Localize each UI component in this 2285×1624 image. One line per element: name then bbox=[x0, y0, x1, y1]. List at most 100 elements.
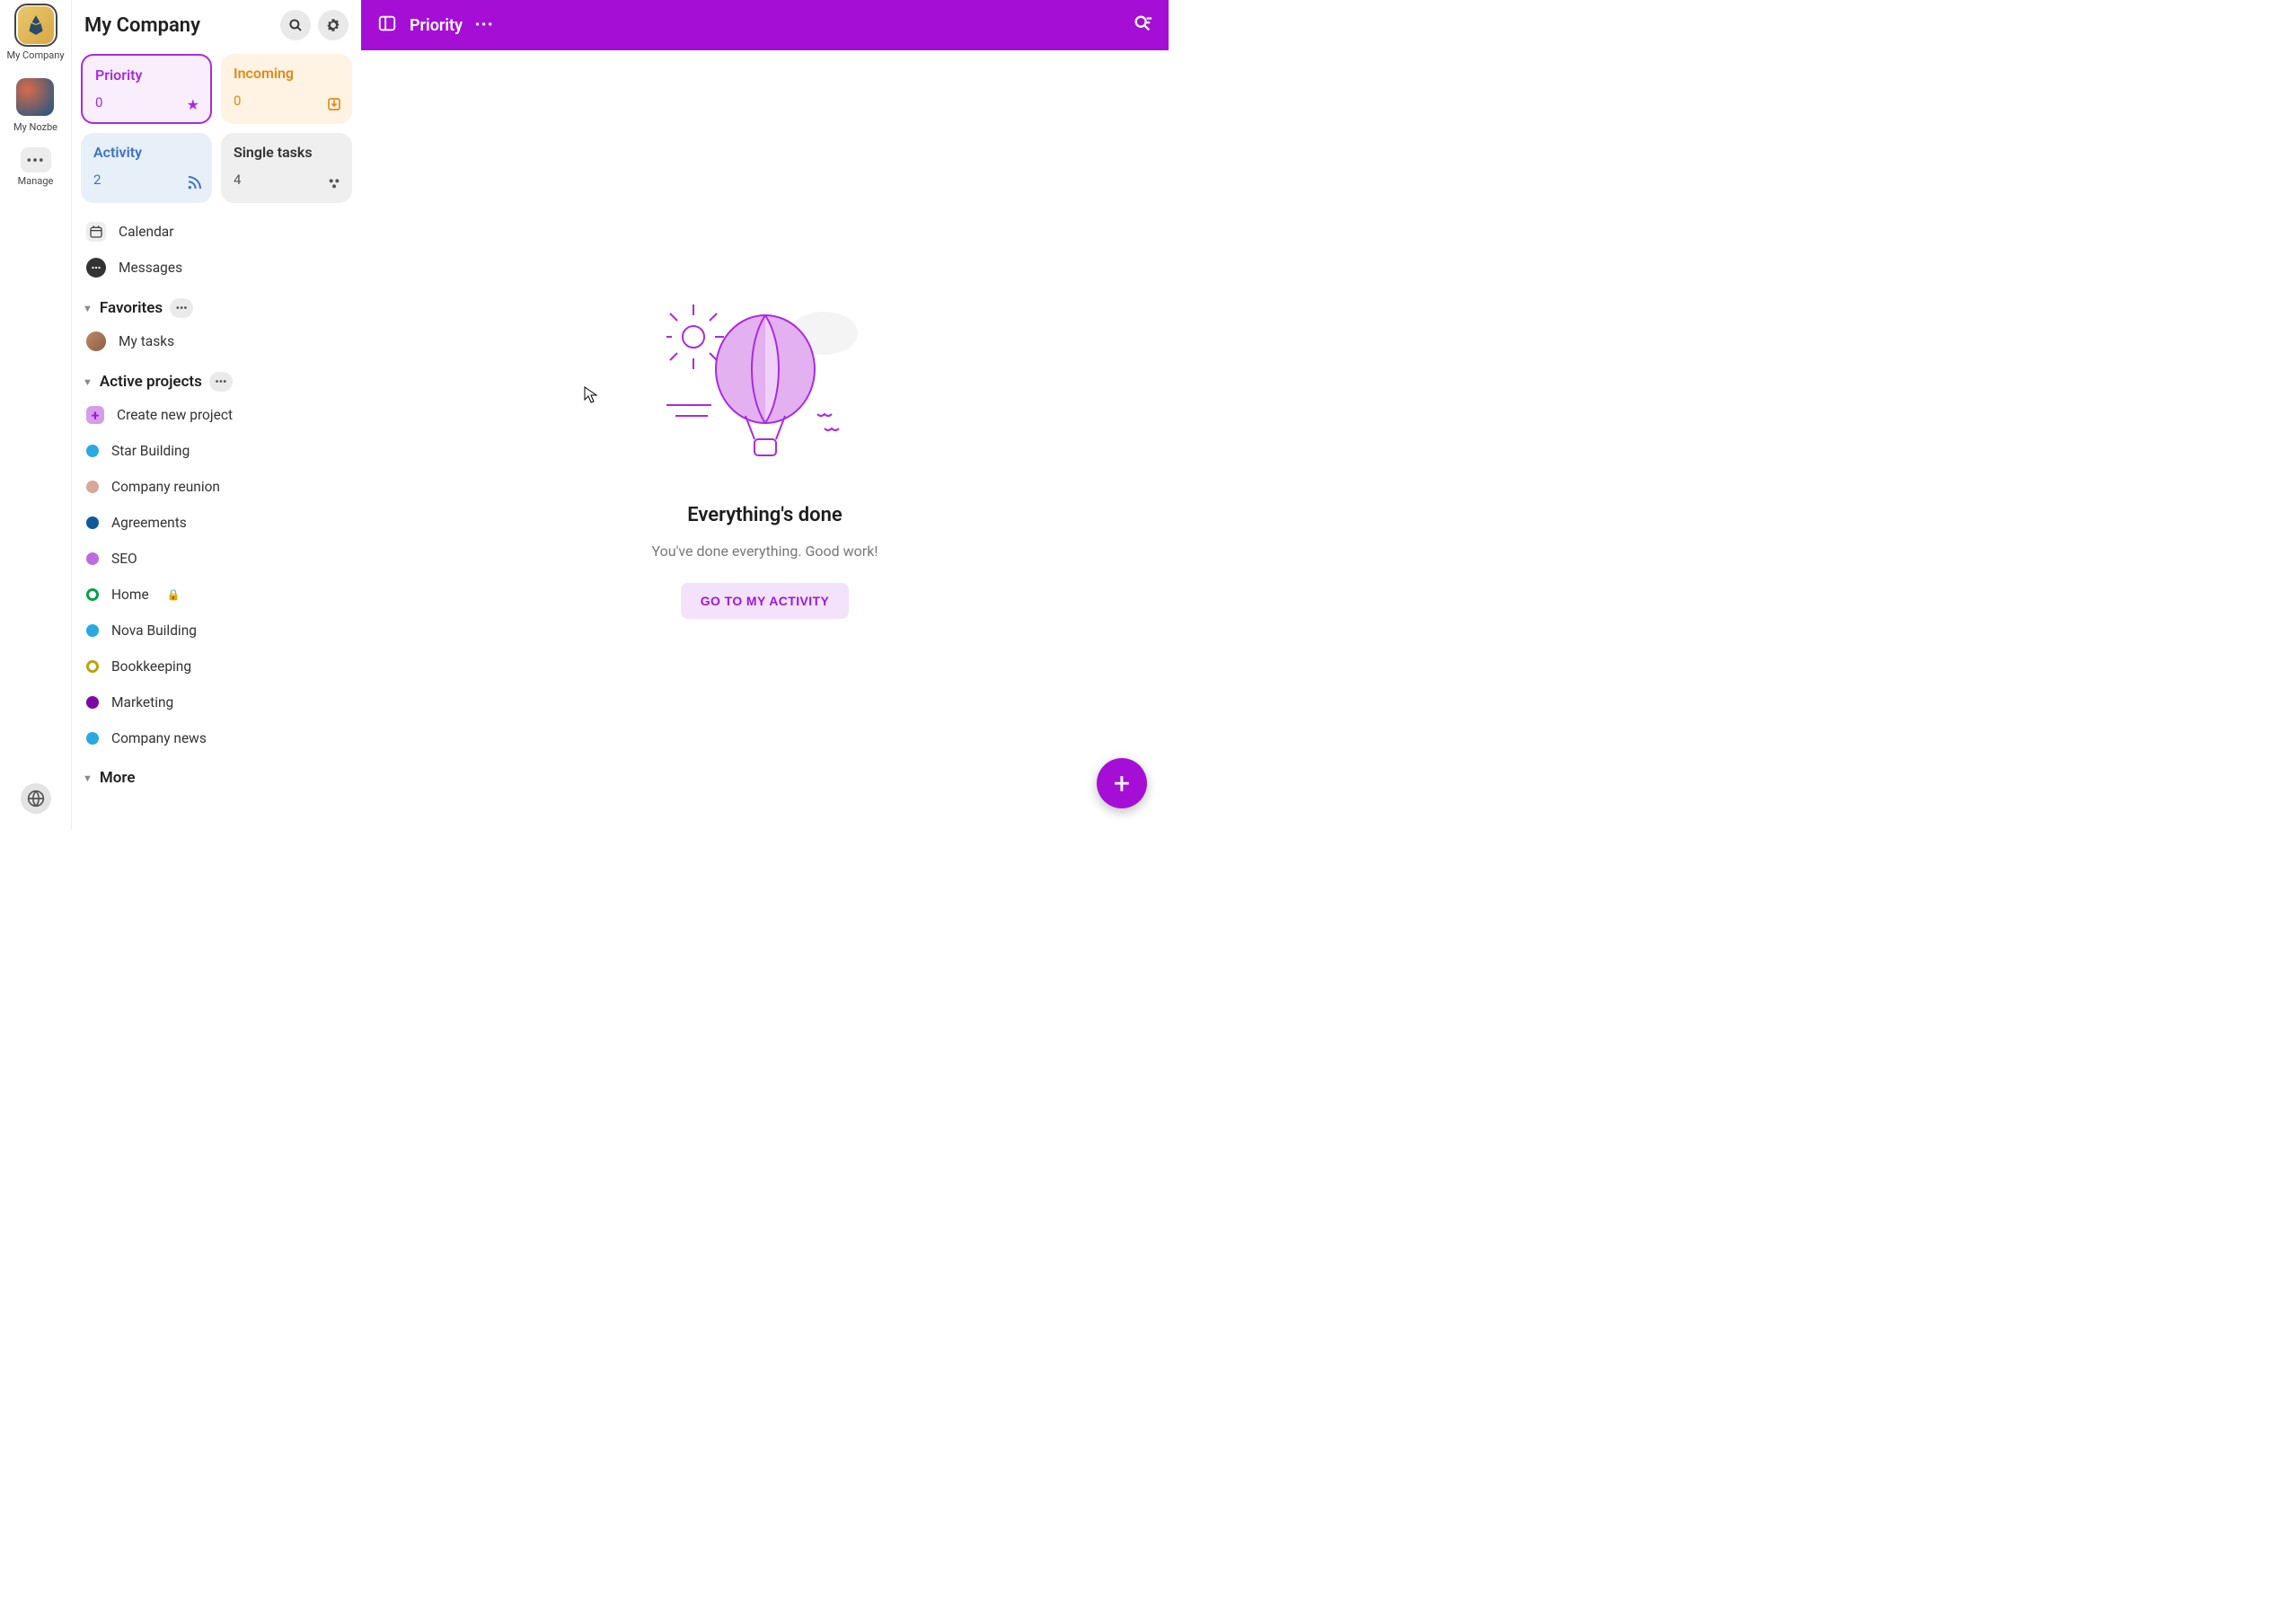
topbar-filter-button[interactable] bbox=[1133, 13, 1152, 37]
chevron-down-icon: ▼ bbox=[83, 303, 93, 314]
add-task-fab[interactable]: + bbox=[1097, 758, 1147, 808]
globe-icon bbox=[21, 783, 51, 814]
rss-icon bbox=[187, 176, 201, 194]
card-title: Single tasks bbox=[234, 144, 340, 161]
project-label: Bookkeeping bbox=[111, 658, 191, 675]
workspace-rail: My Company My Nozbe ••• Manage bbox=[0, 0, 72, 830]
search-icon bbox=[287, 17, 304, 33]
section-more-button[interactable]: ••• bbox=[209, 372, 233, 392]
dots-icon: ••• bbox=[21, 147, 51, 172]
search-filter-icon bbox=[1133, 13, 1152, 33]
section-more-button[interactable]: ••• bbox=[170, 298, 193, 318]
search-button[interactable] bbox=[280, 10, 311, 40]
empty-title: Everything's done bbox=[687, 504, 843, 526]
nav-label: Calendar bbox=[119, 224, 174, 240]
project-item[interactable]: Company news bbox=[81, 720, 352, 756]
project-color-icon bbox=[86, 588, 99, 601]
project-item[interactable]: Agreements bbox=[81, 505, 352, 541]
create-project-label: Create new project bbox=[117, 407, 233, 423]
favorite-my-tasks[interactable]: My tasks bbox=[81, 323, 352, 359]
project-label: Nova Building bbox=[111, 622, 197, 639]
project-color-icon bbox=[86, 660, 99, 673]
nav-messages[interactable]: Messages bbox=[81, 250, 352, 286]
project-item[interactable]: Company reunion bbox=[81, 469, 352, 505]
section-title: Favorites bbox=[100, 299, 163, 317]
plus-icon: + bbox=[86, 406, 104, 424]
workspace-my-company[interactable]: My Company bbox=[6, 4, 64, 61]
nav-calendar[interactable]: Calendar bbox=[81, 214, 352, 250]
inbox-icon bbox=[327, 97, 341, 115]
favorite-label: My tasks bbox=[119, 333, 174, 349]
project-item[interactable]: Star Building bbox=[81, 433, 352, 469]
star-icon: ★ bbox=[187, 96, 199, 113]
project-item[interactable]: Marketing bbox=[81, 684, 352, 720]
card-activity[interactable]: Activity 2 bbox=[81, 133, 212, 203]
collapse-sidebar-button[interactable] bbox=[377, 13, 397, 37]
card-title: Incoming bbox=[234, 65, 340, 82]
workspace-my-nozbe[interactable]: My Nozbe bbox=[13, 75, 57, 133]
messages-icon bbox=[86, 258, 106, 278]
section-title: More bbox=[100, 769, 136, 787]
card-priority[interactable]: Priority 0 ★ bbox=[81, 54, 212, 124]
workspace-avatar-icon bbox=[13, 75, 57, 119]
project-label: Marketing bbox=[111, 694, 173, 710]
project-label: Company reunion bbox=[111, 479, 220, 495]
workspace-label: My Nozbe bbox=[13, 122, 57, 133]
main-panel: Priority ••• bbox=[361, 0, 1169, 830]
card-single-tasks[interactable]: Single tasks 4 bbox=[221, 133, 352, 203]
sidebar-header: My Company bbox=[72, 0, 361, 50]
project-color-icon bbox=[86, 552, 99, 565]
project-color-icon bbox=[86, 696, 99, 709]
topbar: Priority ••• bbox=[361, 0, 1169, 50]
card-count: 0 bbox=[95, 94, 198, 110]
sidebar-scroll[interactable]: Priority 0 ★ Incoming 0 Activity 2 Singl… bbox=[72, 50, 361, 830]
section-more[interactable]: ▼ More bbox=[81, 756, 352, 792]
settings-button[interactable] bbox=[318, 10, 348, 40]
card-count: 4 bbox=[234, 172, 340, 188]
card-title: Priority bbox=[95, 66, 198, 84]
project-color-icon bbox=[86, 516, 99, 529]
project-label: SEO bbox=[111, 551, 137, 567]
card-count: 2 bbox=[93, 172, 199, 188]
sidebar: My Company Priority 0 ★ Incoming 0 Activ… bbox=[72, 0, 361, 830]
section-active-projects[interactable]: ▼ Active projects ••• bbox=[81, 359, 352, 397]
section-title: Active projects bbox=[100, 373, 202, 391]
create-project[interactable]: + Create new project bbox=[81, 397, 352, 433]
empty-subtitle: You've done everything. Good work! bbox=[652, 543, 878, 560]
workspace-label: Manage bbox=[18, 176, 54, 187]
section-favorites[interactable]: ▼ Favorites ••• bbox=[81, 286, 352, 323]
avatar-icon bbox=[86, 331, 106, 351]
project-color-icon bbox=[86, 481, 99, 493]
workspace-globe[interactable] bbox=[21, 783, 51, 814]
topbar-title: Priority bbox=[410, 16, 463, 35]
project-item[interactable]: Bookkeeping bbox=[81, 649, 352, 684]
workspace-manage[interactable]: ••• Manage bbox=[18, 147, 54, 187]
panel-icon bbox=[377, 13, 397, 33]
sidebar-title: My Company bbox=[84, 14, 273, 37]
gear-icon bbox=[325, 17, 341, 33]
workspace-avatar-icon bbox=[14, 4, 57, 47]
project-label: Agreements bbox=[111, 515, 187, 531]
workspace-label: My Company bbox=[6, 50, 64, 61]
card-incoming[interactable]: Incoming 0 bbox=[221, 54, 352, 124]
project-label: Company news bbox=[111, 730, 207, 746]
project-color-icon bbox=[86, 732, 99, 745]
project-label: Star Building bbox=[111, 443, 190, 459]
project-color-icon bbox=[86, 624, 99, 637]
topbar-more-button[interactable]: ••• bbox=[475, 18, 494, 32]
nav-label: Messages bbox=[119, 260, 182, 276]
chevron-down-icon: ▼ bbox=[83, 772, 93, 784]
project-label: Home bbox=[111, 587, 149, 603]
project-item[interactable]: Home 🔒 bbox=[81, 577, 352, 613]
empty-state: Everything's done You've done everything… bbox=[361, 50, 1169, 830]
project-color-icon bbox=[86, 445, 99, 457]
go-to-activity-button[interactable]: GO TO MY ACTIVITY bbox=[681, 583, 849, 619]
summary-cards: Priority 0 ★ Incoming 0 Activity 2 Singl… bbox=[81, 54, 352, 203]
lock-icon: 🔒 bbox=[167, 588, 181, 601]
card-title: Activity bbox=[93, 144, 199, 161]
chevron-down-icon: ▼ bbox=[83, 376, 93, 388]
project-item[interactable]: SEO bbox=[81, 541, 352, 577]
project-item[interactable]: Nova Building bbox=[81, 613, 352, 649]
cluster-icon bbox=[327, 176, 341, 194]
balloon-illustration-icon bbox=[666, 297, 864, 468]
